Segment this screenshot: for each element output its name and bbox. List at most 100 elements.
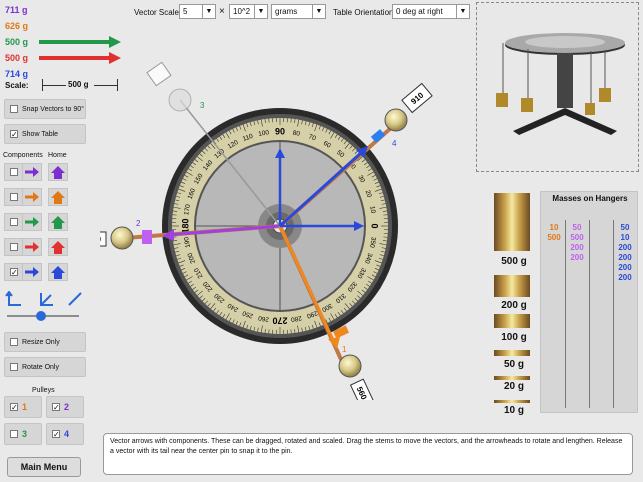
scale-select[interactable]: 5 ▼ [179,4,216,19]
pulley-toggle-4[interactable]: ✓ 4 [46,423,84,445]
resize-only-checkbox[interactable] [10,338,18,346]
orientation-label: Table Orientation: [333,8,396,17]
pulley-toggle-2[interactable]: ✓ 2 [46,396,84,418]
vector-magnitude: 500 g [5,53,29,63]
hanger-mass: 200 [618,253,632,262]
scale-label: Scale: [5,81,29,90]
snap-vectors-toggle[interactable]: Snap Vectors to 90° [4,99,86,119]
hanger-mass: 10 [549,223,559,232]
mass-label-20: 20 g [503,381,524,392]
pulley-2-label: 2 [64,402,70,412]
pulley-4-checkbox[interactable]: ✓ [52,430,60,439]
show-table-label: Show Table [22,130,59,138]
mass-label-10: 10 g [503,405,524,416]
vector-magnitude: 500 g [5,37,29,47]
component-checkbox[interactable] [4,238,24,256]
exponent-select[interactable]: 10^2 ▼ [229,4,268,19]
vector-magnitude: 626 g [5,21,29,31]
units-select[interactable]: grams ▼ [271,4,326,19]
orientation-icons [5,291,82,321]
mass-label-100: 100 g [501,332,527,343]
hanger-mass: 10 [620,233,630,242]
pulley-2[interactable] [110,226,152,250]
mass-block-100[interactable] [494,314,530,328]
chevron-down-icon: ▼ [254,5,267,18]
hanger-mass: 200 [570,243,584,252]
mass-label-50: 50 g [503,359,524,370]
component-checkbox[interactable]: ✓ [4,263,24,281]
scale-select-value: 5 [183,7,188,16]
rotate-only-toggle[interactable]: Rotate Only [4,357,86,377]
vector-entry: 711 g [5,3,35,17]
home-header: Home [48,152,67,159]
vector-scale-label: Vector Scale: [134,8,182,17]
table-preview-panel [476,2,639,172]
pulley-3-checkbox[interactable] [10,430,18,438]
force-table: 9002701801020304050607080100110120130140… [100,61,433,400]
vector-arrow-icon[interactable] [39,36,121,48]
vector-magnitude: 711 g [5,5,28,15]
pulley-toggle-3[interactable]: 3 [4,423,42,445]
pulley-2-checkbox[interactable]: ✓ [52,403,60,412]
pulley-1-checkbox[interactable]: ✓ [10,403,18,412]
component-checkbox[interactable] [4,188,24,206]
vector-entry: 500 g [5,51,121,65]
pulley-4-label: 4 [64,429,70,439]
orientation-slider-thumb[interactable] [36,311,46,321]
hanger-col-1: 10 500 [543,223,565,243]
dial-label: 90 [275,126,285,136]
snap-checkbox[interactable] [10,105,18,113]
main-menu-button[interactable]: Main Menu [7,457,81,477]
hanger-mass: 200 [570,253,584,262]
pulley-tag-4-number: 4 [392,139,397,148]
component-arrow-icon[interactable] [22,188,42,206]
show-table-checkbox[interactable]: ✓ [10,130,18,139]
axis-diagonal-icon[interactable] [40,293,53,306]
rotate-only-checkbox[interactable] [10,363,18,371]
home-icon[interactable] [48,188,68,206]
mass-block-500[interactable] [494,193,530,251]
mass-block-50[interactable] [494,350,530,356]
pulley-tag-1-number: 1 [342,345,347,354]
pulley-4[interactable] [370,108,408,143]
vector-entry: 500 g [5,35,121,49]
component-arrow-icon[interactable] [22,238,42,256]
component-checkbox[interactable] [4,213,24,231]
dial-label: 0 [370,223,380,228]
pulley-3-label: 3 [22,429,28,439]
mass-label-200: 200 g [501,300,527,311]
components-header: Components [3,152,43,159]
exponent-select-value: 10^2 [233,7,251,16]
show-table-toggle[interactable]: ✓ Show Table [4,124,86,144]
hangers-title: Masses on Hangers [552,194,628,203]
chevron-down-icon: ▼ [202,5,215,18]
mass-block-200[interactable] [494,275,530,297]
resize-only-toggle[interactable]: Resize Only [4,332,86,352]
axis-xy-icon[interactable] [5,291,21,306]
instructions-text: Vector arrows with components. These can… [110,438,623,455]
mass-block-20[interactable] [494,376,530,380]
rotate-only-label: Rotate Only [22,363,59,371]
home-icon[interactable] [48,213,68,231]
hanger-col-2: 50 500 200 200 [566,223,588,263]
component-arrow-icon[interactable] [22,263,42,281]
hanger-mass: 200 [618,243,632,252]
orientation-select[interactable]: 0 deg at right ▼ [392,4,470,19]
hanger-mass: 50 [572,223,582,232]
home-icon[interactable] [48,163,68,181]
pulley-1-label: 1 [22,402,28,412]
home-icon[interactable] [48,238,68,256]
component-checkbox[interactable] [4,163,24,181]
home-icon[interactable] [48,263,68,281]
component-arrow-icon[interactable] [22,163,42,181]
pulley-toggle-1[interactable]: ✓ 1 [4,396,42,418]
chevron-down-icon: ▼ [312,5,325,18]
vector-entry: 714 g [5,67,35,81]
hangers-panel: Masses on Hangers 10 500 50 500 200 200 50 10… [540,191,638,413]
mass-block-10[interactable] [494,400,530,403]
instructions-box: Vector arrows with components. These can… [103,433,633,475]
axis-single-icon[interactable] [68,292,82,306]
component-arrow-icon[interactable] [22,213,42,231]
chevron-down-icon: ▼ [456,5,469,18]
pulley-3[interactable] [168,88,192,112]
